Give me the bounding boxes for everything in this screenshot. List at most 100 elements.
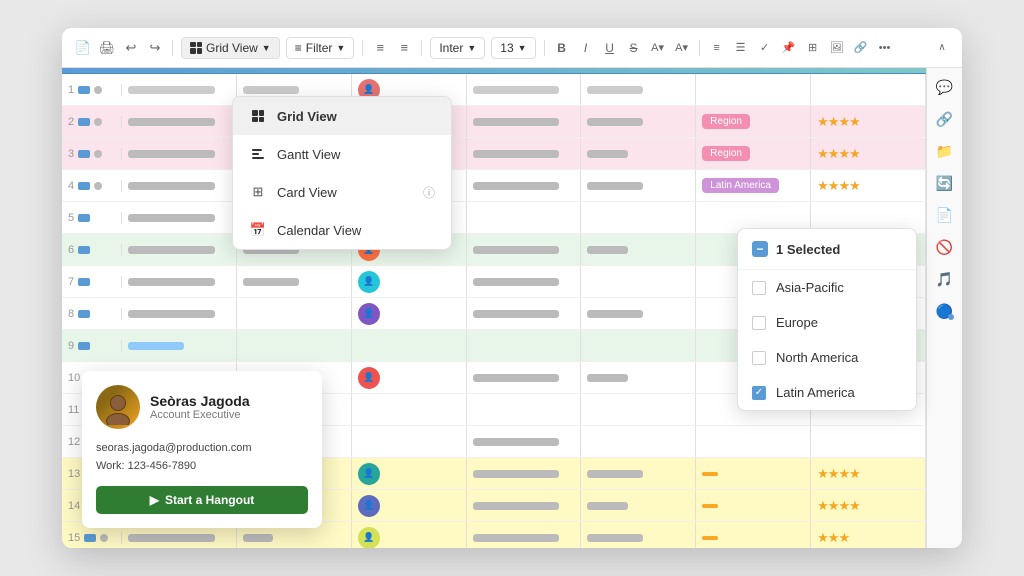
region-option-europe[interactable]: Europe: [738, 305, 916, 340]
grid-cell: [467, 394, 582, 425]
region-cell: Region: [696, 138, 811, 169]
avatar: 👤: [358, 527, 380, 549]
row-icon-sm: [100, 534, 108, 542]
row-icon: [78, 278, 90, 286]
strikethrough-icon[interactable]: S: [625, 39, 643, 57]
contact-info-header: Seòras Jagoda Account Executive: [150, 393, 250, 421]
view-option-card[interactable]: ⊞ Card View ⓘ: [233, 173, 451, 211]
italic-icon[interactable]: I: [577, 39, 595, 57]
grid-cell: 👤: [352, 298, 467, 329]
comment-icon[interactable]: 💬: [934, 76, 956, 98]
chevron-down-icon: ▼: [262, 43, 271, 53]
avatar: 👤: [358, 463, 380, 485]
image-icon[interactable]: 🖼: [828, 39, 846, 57]
grid-cell: [467, 138, 582, 169]
view-option-grid[interactable]: Grid View: [233, 97, 451, 135]
card-info-icon: ⓘ: [423, 184, 435, 201]
list-icon[interactable]: ☰: [732, 39, 750, 57]
divider-3: [421, 40, 422, 56]
size-selector[interactable]: 13 ▼: [491, 37, 535, 59]
region-dropdown-header: − 1 Selected: [738, 229, 916, 270]
link-icon[interactable]: 🔗: [852, 39, 870, 57]
start-hangout-button[interactable]: ▶ Start a Hangout: [96, 486, 308, 514]
contact-card: Seòras Jagoda Account Executive seoras.j…: [82, 371, 322, 528]
stars: ★★★★: [817, 114, 860, 130]
grid-view-option-label: Grid View: [277, 109, 337, 124]
filter-icon: ≡: [295, 41, 302, 55]
checkbox-asia[interactable]: [752, 281, 766, 295]
region-cell: [696, 458, 811, 489]
bold-icon[interactable]: B: [553, 39, 571, 57]
refresh-icon[interactable]: 🔄: [934, 172, 956, 194]
collapse-icon[interactable]: ∧: [934, 40, 950, 56]
row-icon: [78, 86, 90, 94]
stars-cell: ★★★★: [811, 138, 926, 169]
block-icon[interactable]: 🚫: [934, 236, 956, 258]
view-dropdown: Grid View Gantt View ⊞ Card View ⓘ 📅: [232, 96, 452, 250]
align-icon[interactable]: ≡: [708, 39, 726, 57]
check-icon[interactable]: ✓: [756, 39, 774, 57]
grid-cell: [467, 522, 582, 548]
link-sidebar-icon[interactable]: 🔗: [934, 108, 956, 130]
font-selector[interactable]: Inter ▼: [430, 37, 485, 59]
grid-cell: [581, 106, 696, 137]
filter-chevron-icon: ▼: [336, 43, 345, 53]
more-icon[interactable]: •••: [876, 39, 894, 57]
grid-cell: 👤: [352, 458, 467, 489]
row-number: 5: [62, 212, 122, 224]
table-icon[interactable]: ⊞: [804, 39, 822, 57]
grid-cell: [696, 426, 811, 457]
grid-cell: [237, 298, 352, 329]
region-option-asia[interactable]: Asia-Pacific: [738, 270, 916, 305]
grid-cell: [581, 234, 696, 265]
stars: ★★★★: [817, 498, 860, 514]
highlight-icon[interactable]: A▾: [649, 39, 667, 57]
north-america-label: North America: [776, 350, 858, 365]
redo-icon[interactable]: ↪: [146, 39, 164, 57]
right-sidebar: 💬 🔗 📁 🔄 📄 🚫 🎵 🔵: [926, 68, 962, 548]
contact-name: Seòras Jagoda: [150, 393, 250, 409]
region-option-north-america[interactable]: North America: [738, 340, 916, 375]
row-icon: [78, 150, 90, 158]
pin-icon[interactable]: 📌: [780, 39, 798, 57]
filter-button[interactable]: ≡ Filter ▼: [286, 37, 355, 59]
divider-2: [362, 40, 363, 56]
grid-view-button[interactable]: Grid View ▼: [181, 37, 280, 59]
color-icon[interactable]: A▾: [673, 39, 691, 57]
align-right-icon[interactable]: ≡: [395, 39, 413, 57]
card-view-option-label: Card View: [277, 185, 337, 200]
row-icon-sm: [94, 182, 102, 190]
gantt-option-icon: [249, 145, 267, 163]
region-option-latin-america[interactable]: ✓ Latin America: [738, 375, 916, 410]
stars: ★★★★: [817, 146, 860, 162]
grid-cell: [581, 458, 696, 489]
underline-icon[interactable]: U: [601, 39, 619, 57]
active-icon[interactable]: 🔵: [934, 300, 956, 322]
folder-icon[interactable]: 📁: [934, 140, 956, 162]
grid-cell: [122, 234, 237, 265]
print-icon[interactable]: 🖨: [98, 39, 116, 57]
region-selected-label: 1 Selected: [776, 242, 840, 257]
checkbox-north-america[interactable]: [752, 351, 766, 365]
grid-cell: [811, 74, 926, 105]
music-icon[interactable]: 🎵: [934, 268, 956, 290]
file-icon[interactable]: 📄: [74, 39, 92, 57]
grid-cell: [581, 394, 696, 425]
grid-cell: 👤: [352, 362, 467, 393]
grid-cell: [581, 362, 696, 393]
undo-icon[interactable]: ↩: [122, 39, 140, 57]
view-option-calendar[interactable]: 📅 Calendar View: [233, 211, 451, 249]
region-badge: Region: [702, 114, 750, 129]
document-icon[interactable]: 📄: [934, 204, 956, 226]
avatar: 👤: [358, 271, 380, 293]
latin-america-label: Latin America: [776, 385, 855, 400]
stars-cell: ★★★★: [811, 490, 926, 521]
align-left-icon[interactable]: ≡: [371, 39, 389, 57]
checkbox-latin-america[interactable]: ✓: [752, 386, 766, 400]
grid-view-label: Grid View: [206, 41, 258, 55]
filter-label: Filter: [306, 41, 333, 55]
grid-cell: [467, 362, 582, 393]
grid-cell: [467, 74, 582, 105]
view-option-gantt[interactable]: Gantt View: [233, 135, 451, 173]
checkbox-europe[interactable]: [752, 316, 766, 330]
